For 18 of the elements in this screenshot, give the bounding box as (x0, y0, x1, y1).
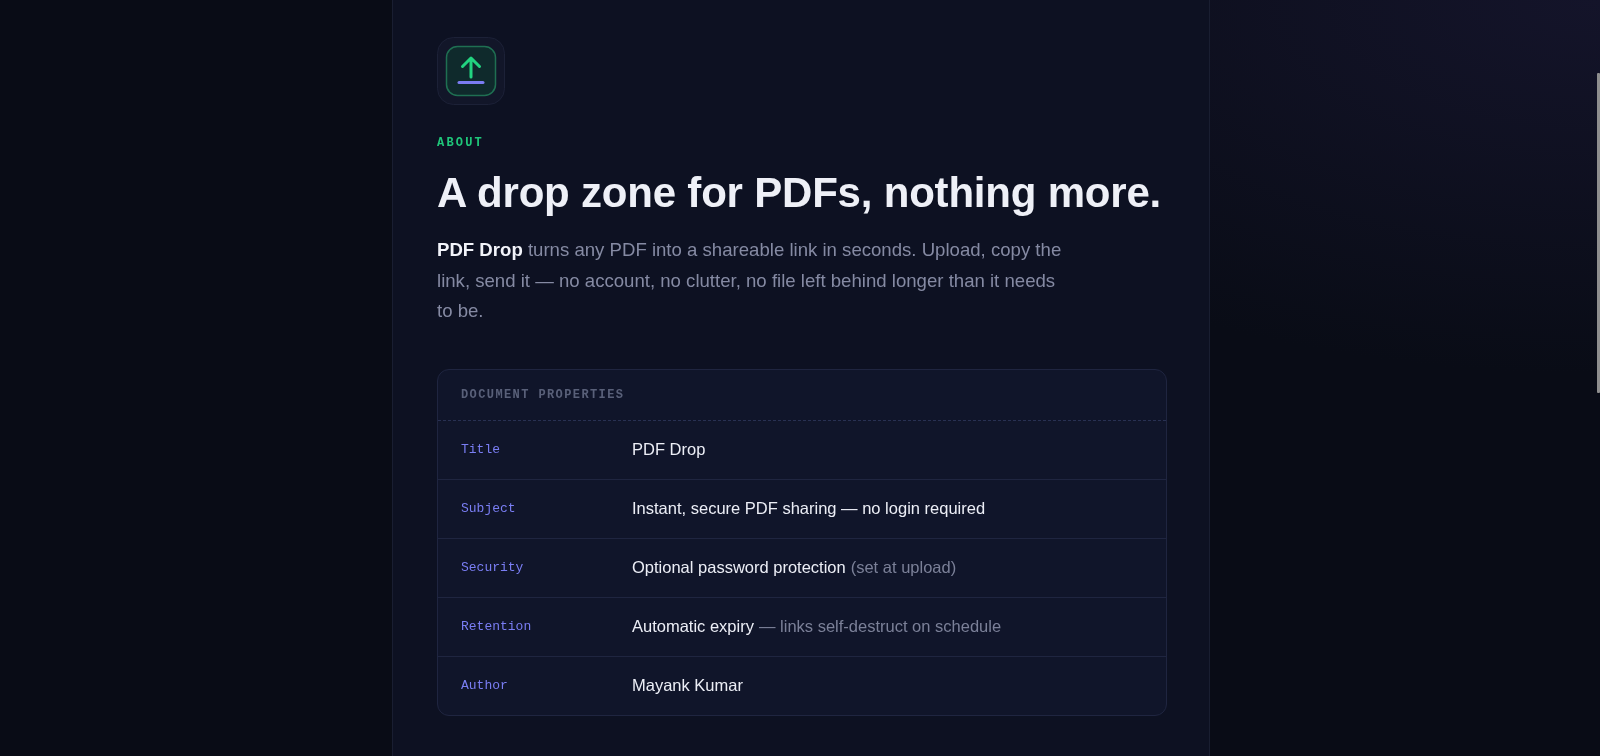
property-note: (set at upload) (850, 558, 957, 578)
upload-icon (437, 37, 505, 105)
card-heading: DOCUMENT PROPERTIES (461, 387, 625, 402)
property-value: Mayank Kumar (632, 676, 743, 696)
property-key: Title (461, 442, 500, 458)
section-label: ABOUT (437, 136, 484, 150)
property-value: Automatic expiry (632, 617, 754, 637)
property-key: Retention (461, 619, 532, 635)
property-key: Author (461, 678, 508, 694)
property-value: Optional password protection (632, 558, 846, 578)
property-key: Subject (461, 501, 516, 517)
scrollbar-thumb[interactable] (1597, 73, 1600, 393)
property-value: Instant, secure PDF sharing — no login required (632, 499, 986, 519)
property-key: Security (461, 560, 524, 576)
headline: A drop zone for PDFs, nothing more. (437, 169, 1162, 217)
property-note: — links self-destruct on schedule (758, 617, 1002, 637)
intro-paragraph: PDF Drop turns any PDF into a shareable link in seconds. Upload, copy the link, send it — no account, no clutter, no file left behind longer than it needs to be. (437, 238, 1063, 324)
property-value: PDF Drop (632, 440, 706, 460)
